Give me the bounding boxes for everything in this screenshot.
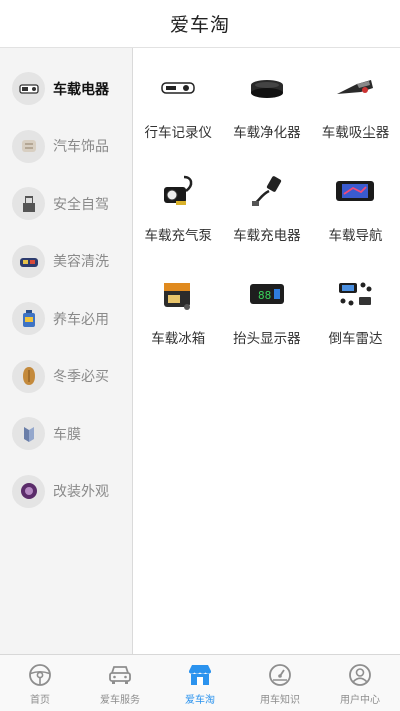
user-icon [347, 662, 373, 688]
product-item[interactable]: 车载导航 [311, 167, 400, 270]
category-item-exterior[interactable]: 改装外观 [0, 463, 132, 521]
product-item[interactable]: 88 抬头显示器 [223, 270, 312, 373]
gps-navigator-icon [331, 167, 379, 215]
product-label: 车载充电器 [233, 228, 301, 244]
tab-car-knowledge[interactable]: 用车知识 [240, 655, 320, 711]
tab-car-service[interactable]: 爱车服务 [80, 655, 160, 711]
category-item-electronics[interactable]: 车载电器 [0, 60, 132, 118]
engine-oil-icon [12, 302, 45, 336]
category-label: 安全自驾 [53, 196, 109, 213]
page-title: 爱车淘 [169, 14, 230, 36]
product-item[interactable]: 车载冰箱 [134, 270, 223, 373]
category-item-cleaning[interactable]: 美容清洗 [0, 233, 132, 291]
modification-icon [12, 474, 45, 508]
window-film-icon [12, 417, 45, 451]
steering-wheel-icon [27, 662, 53, 688]
tab-label: 首页 [30, 695, 50, 706]
tab-label: 用户中心 [340, 695, 380, 706]
category-label: 车载电器 [53, 81, 109, 98]
category-label: 养车必用 [53, 311, 109, 328]
tab-label: 用车知识 [260, 695, 300, 706]
nav-bar: 爱车淘 [0, 0, 400, 48]
category-item-accessories[interactable]: 汽车饰品 [0, 118, 132, 176]
category-item-safety[interactable]: 安全自驾 [0, 175, 132, 233]
dash-recorder-icon [154, 64, 202, 112]
car-fridge-icon [154, 270, 202, 318]
air-purifier-icon [243, 64, 291, 112]
category-label: 冬季必买 [53, 369, 109, 386]
product-label: 抬头显示器 [233, 331, 301, 347]
product-label: 车载导航 [328, 228, 383, 244]
category-label: 改装外观 [53, 484, 109, 501]
tab-car-shop[interactable]: 爱车淘 [160, 655, 240, 711]
category-item-maintenance[interactable]: 养车必用 [0, 290, 132, 348]
car-service-icon [107, 662, 133, 688]
car-wash-icon [12, 244, 45, 278]
gauge-icon [267, 662, 293, 688]
product-label: 车载吸尘器 [321, 125, 390, 141]
product-item[interactable]: 车载充气泵 [134, 167, 223, 270]
category-sidebar: 车载电器 汽车饰品 安全自驾 美容清洗 养车必用 冬季必买 车膜 改装外观 [0, 48, 133, 654]
category-item-film[interactable]: 车膜 [0, 405, 132, 463]
product-label: 倒车雷达 [328, 331, 383, 347]
hud-display-icon: 88 [243, 270, 291, 318]
car-charger-icon [243, 167, 291, 215]
category-label: 车膜 [53, 426, 81, 443]
product-item[interactable]: 车载吸尘器 [311, 64, 400, 167]
product-grid: 行车记录仪 车载净化器 车载吸尘器 车载充气泵 车载充电器 车载导航 车载冰箱 … [134, 48, 400, 373]
vacuum-cleaner-icon [331, 64, 379, 112]
car-ornament-icon [12, 129, 45, 163]
tab-label: 爱车淘 [185, 695, 215, 706]
tab-user-center[interactable]: 用户中心 [320, 655, 400, 711]
category-label: 美容清洗 [53, 254, 109, 271]
product-item[interactable]: 车载净化器 [223, 64, 312, 167]
product-label: 车载冰箱 [151, 331, 206, 347]
product-item[interactable]: 车载充电器 [223, 167, 312, 270]
safety-seat-icon [12, 187, 45, 221]
category-label: 汽车饰品 [53, 139, 109, 156]
product-label: 行车记录仪 [144, 125, 213, 141]
product-item[interactable]: 行车记录仪 [134, 64, 223, 167]
product-label: 车载净化器 [233, 125, 301, 141]
product-label: 车载充气泵 [144, 228, 213, 244]
svg-text:88: 88 [258, 289, 271, 302]
air-pump-icon [154, 167, 202, 215]
bottom-tab-bar: 首页 爱车服务 爱车淘 用车知识 用户中心 [0, 654, 400, 711]
category-item-winter[interactable]: 冬季必买 [0, 348, 132, 406]
shop-icon [187, 662, 213, 688]
product-item[interactable]: 倒车雷达 [311, 270, 400, 373]
winter-cushion-icon [12, 359, 45, 393]
dashcam-icon [12, 72, 45, 106]
tab-home[interactable]: 首页 [0, 655, 80, 711]
product-panel: 行车记录仪 车载净化器 车载吸尘器 车载充气泵 车载充电器 车载导航 车载冰箱 … [134, 48, 400, 654]
parking-radar-icon [331, 270, 379, 318]
tab-label: 爱车服务 [100, 695, 140, 706]
